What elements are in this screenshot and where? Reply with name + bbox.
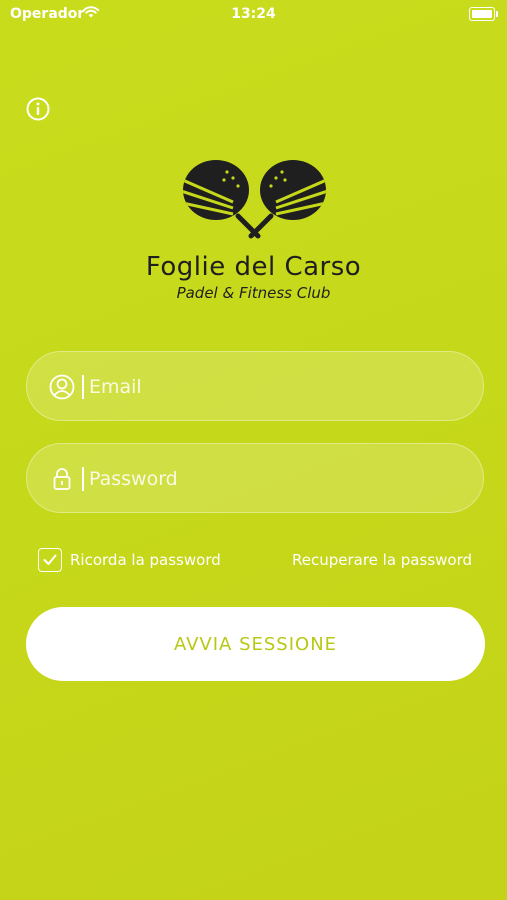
email-input[interactable] [87,352,471,422]
login-button[interactable]: AVVIA SESSIONE [26,607,485,681]
user-icon [49,374,75,400]
password-field[interactable] [26,443,484,514]
status-bar: Operador 13:24 [0,0,507,30]
battery-icon [469,7,498,21]
password-input[interactable] [87,444,471,514]
brand-title: Foglie del Carso [145,252,362,282]
club-logo [183,160,326,239]
recover-password-link[interactable]: Recuperare la password [292,551,472,569]
text-caret [82,375,84,399]
remember-label: Ricorda la password [70,551,221,569]
email-field[interactable] [26,351,484,422]
clock: 13:24 [231,6,276,22]
text-caret [82,467,84,491]
lock-icon [53,468,71,490]
check-icon [43,554,57,565]
remember-checkbox[interactable] [38,548,62,572]
brand-subtitle: Padel & Fitness Club [176,284,331,302]
info-icon[interactable] [26,97,50,121]
remember-password-toggle[interactable]: Ricorda la password [38,547,221,573]
